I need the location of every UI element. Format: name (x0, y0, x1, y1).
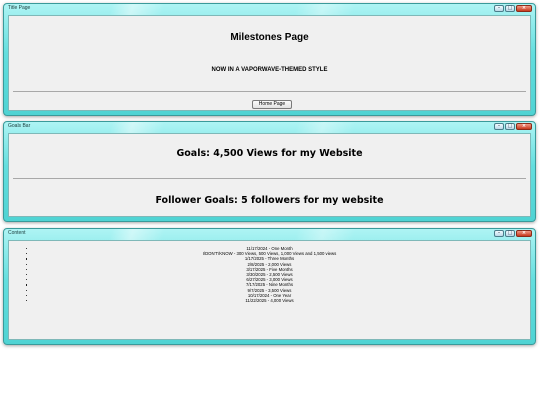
bullet-icon (26, 279, 28, 281)
close-icon: × (521, 123, 527, 129)
bullet-icon (26, 263, 28, 265)
minimize-icon: – (497, 230, 501, 236)
window-controls: – □ × (494, 230, 532, 237)
window-controls: – □ × (494, 5, 532, 12)
maximize-button[interactable]: □ (505, 5, 515, 12)
page-title: Milestones Page (230, 32, 309, 43)
content-window: Content – □ × 11/17/2024 - One Month I/D… (3, 228, 536, 345)
title-bar[interactable]: Title Page – □ × (6, 4, 533, 15)
bullet-icon (26, 268, 28, 271)
list-item: 11/22/2025 - 4,000 Views (9, 298, 530, 303)
page-subtitle: NOW IN A VAPORWAVE-THEMED STYLE (211, 67, 328, 73)
divider (13, 91, 526, 92)
maximize-icon: □ (507, 230, 513, 236)
minimize-button[interactable]: – (494, 5, 504, 12)
title-bar[interactable]: Goals Bar – □ × (6, 122, 533, 133)
follower-goal-heading: Follower Goals: 5 followers for my websi… (155, 195, 384, 206)
maximize-icon: □ (507, 5, 513, 11)
bullet-icon (26, 289, 28, 291)
bullet-icon (26, 258, 28, 260)
minimize-icon: – (497, 123, 501, 129)
bullet-icon (26, 253, 28, 255)
maximize-icon: □ (507, 123, 513, 129)
milestone-text: 11/22/2025 - 4,000 Views (245, 297, 294, 303)
bullet-icon (26, 273, 28, 276)
close-button[interactable]: × (516, 230, 532, 237)
title-bar[interactable]: Content – □ × (6, 229, 533, 240)
close-icon: × (521, 230, 527, 236)
minimize-button[interactable]: – (494, 230, 504, 237)
client-area: Goals: 4,500 Views for my Website Follow… (8, 133, 531, 217)
home-page-button[interactable]: Home Page (252, 100, 292, 109)
bullet-icon (26, 284, 28, 286)
window-title: Goals Bar (8, 123, 31, 129)
title-page-window: Title Page – □ × Milestones Page NOW IN … (3, 3, 536, 116)
maximize-button[interactable]: □ (505, 230, 515, 237)
client-area: 11/17/2024 - One Month I/DON'T/KNOW - 30… (8, 240, 531, 340)
bullet-icon (26, 299, 28, 302)
minimize-button[interactable]: – (494, 123, 504, 130)
divider (13, 178, 526, 179)
milestones-list: 11/17/2024 - One Month I/DON'T/KNOW - 30… (9, 246, 530, 303)
window-title: Content (8, 230, 26, 236)
maximize-button[interactable]: □ (505, 123, 515, 130)
bullet-icon (26, 294, 28, 296)
window-title: Title Page (8, 5, 31, 11)
goals-bar-window: Goals Bar – □ × Goals: 4,500 Views for m… (3, 121, 536, 222)
window-controls: – □ × (494, 123, 532, 130)
client-area: Milestones Page NOW IN A VAPORWAVE-THEME… (8, 15, 531, 111)
close-button[interactable]: × (516, 5, 532, 12)
close-button[interactable]: × (516, 123, 532, 130)
bullet-icon (26, 248, 28, 250)
views-goal-heading: Goals: 4,500 Views for my Website (176, 148, 363, 159)
close-icon: × (521, 5, 527, 11)
minimize-icon: – (497, 5, 501, 11)
